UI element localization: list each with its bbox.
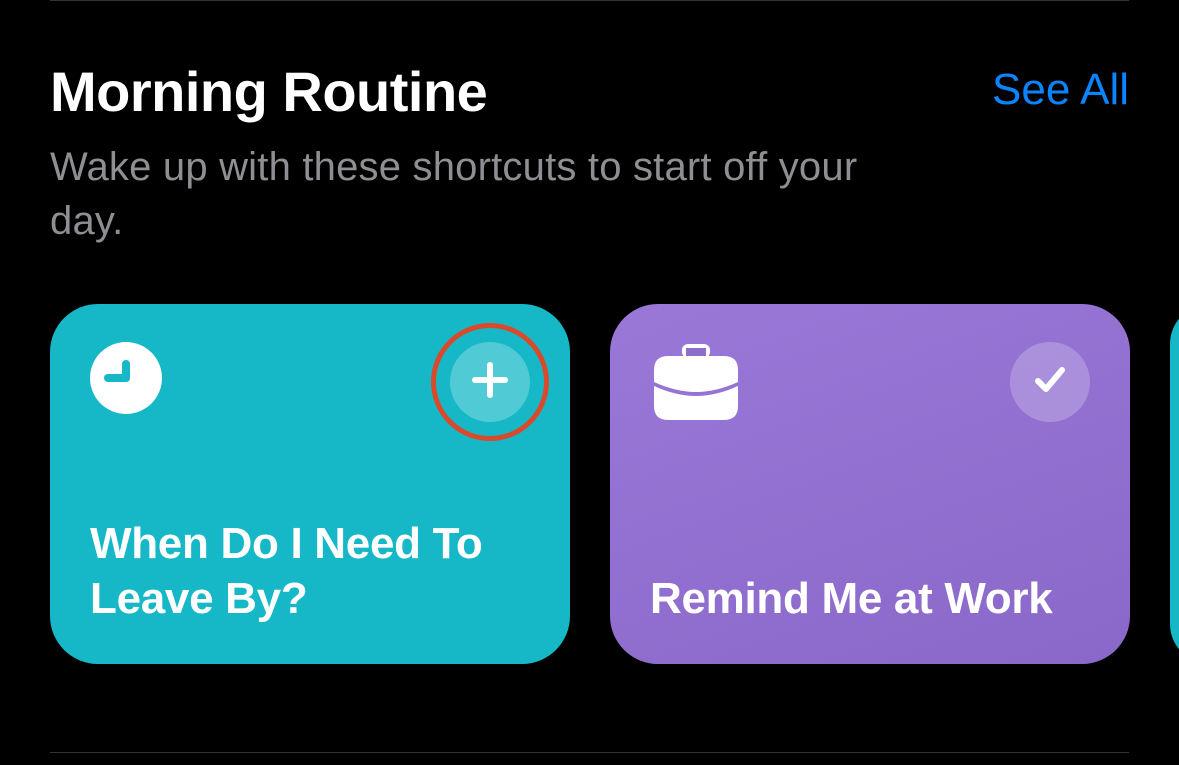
shortcut-card-leave-by[interactable]: When Do I Need To Leave By? (50, 304, 570, 664)
cards-row: When Do I Need To Leave By? (0, 248, 1179, 664)
section-header: Morning Routine Wake up with these short… (0, 1, 1179, 248)
clock-icon (90, 342, 162, 414)
card-title: When Do I Need To Leave By? (90, 516, 530, 626)
card-title: Remind Me at Work (650, 571, 1090, 626)
bottom-divider (50, 752, 1129, 753)
plus-icon (470, 360, 510, 405)
briefcase-icon (650, 342, 742, 422)
shortcut-card-remind-work[interactable]: Remind Me at Work (610, 304, 1130, 664)
see-all-link[interactable]: See All (992, 65, 1129, 115)
shortcut-card-peek[interactable] (1170, 304, 1179, 664)
checkmark-icon (1030, 360, 1070, 405)
section-title: Morning Routine (50, 59, 992, 124)
added-indicator[interactable] (1010, 342, 1090, 422)
add-shortcut-button[interactable] (450, 342, 530, 422)
section-subtitle: Wake up with these shortcuts to start of… (50, 140, 870, 248)
